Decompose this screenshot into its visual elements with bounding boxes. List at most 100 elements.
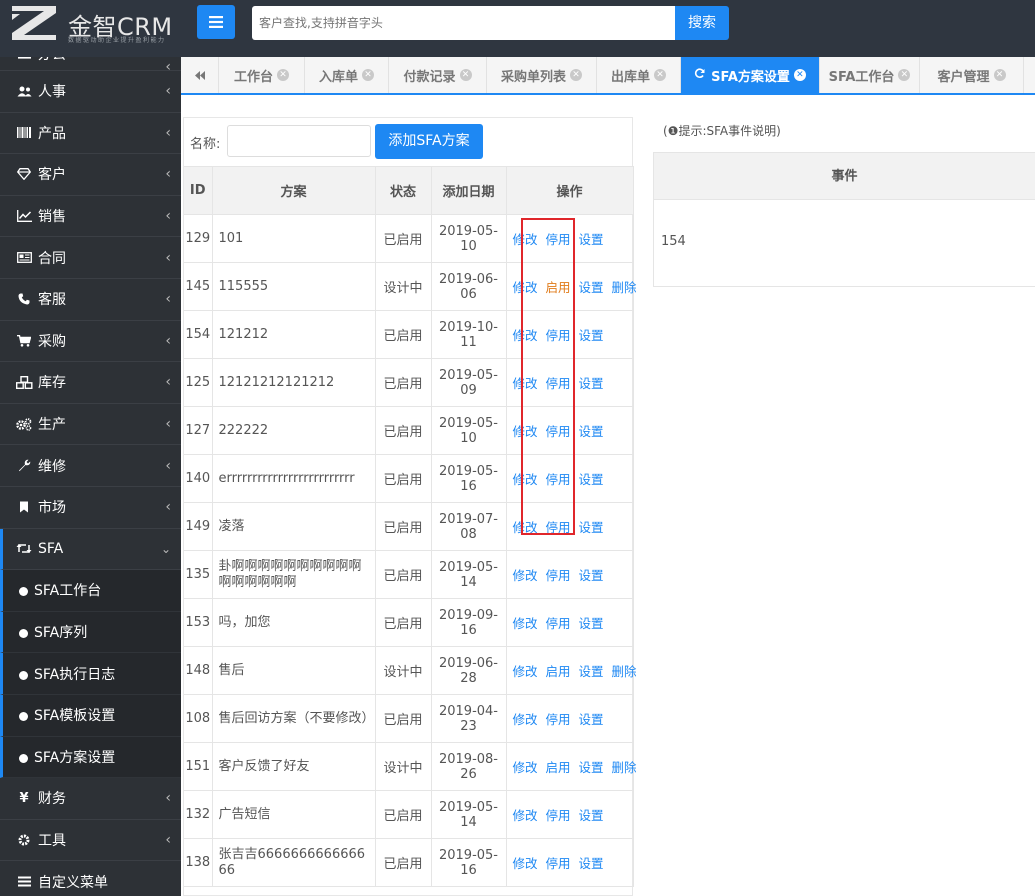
stop-link[interactable]: 停用 — [546, 568, 571, 583]
edit-link[interactable]: 修改 — [513, 568, 538, 583]
refresh-icon[interactable] — [694, 68, 705, 82]
col-header-date[interactable]: 添加日期 — [431, 166, 507, 215]
stop-link[interactable]: 停用 — [546, 712, 571, 727]
edit-link[interactable]: 修改 — [513, 472, 538, 487]
settings-link[interactable]: 设置 — [579, 472, 604, 487]
edit-link[interactable]: 修改 — [513, 712, 538, 727]
tab-stock-out[interactable]: 出库单 ✕ — [597, 57, 681, 93]
sidebar-subitem-sfa-template[interactable]: SFA模板设置 — [0, 694, 181, 737]
sidebar-item-market[interactable]: 市场 ‹ — [0, 487, 181, 529]
edit-link[interactable]: 修改 — [513, 856, 538, 871]
sidebar-item-service[interactable]: 客服 ‹ — [0, 279, 181, 321]
col-header-status[interactable]: 状态 — [375, 166, 432, 215]
stop-link[interactable]: 停用 — [546, 808, 571, 823]
edit-link[interactable]: 修改 — [513, 664, 538, 679]
edit-link[interactable]: 修改 — [513, 280, 538, 295]
stop-link[interactable]: 停用 — [546, 232, 571, 247]
sidebar-item-office[interactable]: 办公 ‹ — [0, 57, 181, 71]
customer-search-input[interactable] — [252, 6, 676, 40]
sidebar-item-production[interactable]: 生产 ‹ — [0, 404, 181, 446]
settings-link[interactable]: 设置 — [579, 568, 604, 583]
sidebar-item-hr[interactable]: 人事 ‹ — [0, 71, 181, 113]
settings-link[interactable]: 设置 — [579, 376, 604, 391]
stop-link[interactable]: 停用 — [546, 376, 571, 391]
add-sfa-plan-button[interactable]: 添加SFA方案 — [375, 124, 483, 159]
sidebar-subitem-sfa-plan[interactable]: SFA方案设置 — [0, 736, 181, 779]
chevron-left-icon: ‹ — [165, 831, 171, 848]
stop-link[interactable]: 停用 — [546, 424, 571, 439]
stop-link[interactable]: 停用 — [546, 472, 571, 487]
settings-link[interactable]: 设置 — [579, 424, 604, 439]
stop-link[interactable]: 停用 — [546, 616, 571, 631]
settings-link[interactable]: 设置 — [579, 520, 604, 535]
col-header-id[interactable]: ID — [184, 166, 213, 215]
close-icon[interactable]: ✕ — [277, 69, 289, 81]
tab-scroll-left-button[interactable] — [181, 57, 219, 93]
start-link[interactable]: 启用 — [546, 664, 571, 679]
edit-link[interactable]: 修改 — [513, 760, 538, 775]
sfa-event-hint[interactable]: (❶提示:SFA事件说明) — [663, 122, 781, 139]
close-icon[interactable]: ✕ — [654, 69, 666, 81]
settings-link[interactable]: 设置 — [579, 856, 604, 871]
close-icon[interactable]: ✕ — [898, 69, 911, 81]
tab-payment-records[interactable]: 付款记录 ✕ — [389, 57, 487, 93]
stop-link[interactable]: 停用 — [546, 328, 571, 343]
sidebar-item-custom-menu[interactable]: 自定义菜单 — [0, 861, 181, 896]
delete-link[interactable]: 删除 — [612, 664, 637, 679]
settings-link[interactable]: 设置 — [579, 664, 604, 679]
sidebar-item-customer[interactable]: 客户 ‹ — [0, 154, 181, 196]
stop-link[interactable]: 停用 — [546, 520, 571, 535]
sidebar-item-purchase[interactable]: 采购 ‹ — [0, 321, 181, 363]
edit-link[interactable]: 修改 — [513, 808, 538, 823]
logo[interactable]: 金智CRM 数据驱动助企业提升盈利能力 — [10, 4, 185, 44]
tab-sfa-workbench[interactable]: SFA工作台 ✕ — [820, 57, 920, 93]
sidebar-item-product[interactable]: 产品 ‹ — [0, 113, 181, 155]
settings-link[interactable]: 设置 — [579, 712, 604, 727]
sidebar-item-contract[interactable]: 合同 ‹ — [0, 237, 181, 279]
edit-link[interactable]: 修改 — [513, 520, 538, 535]
sidebar-item-sfa[interactable]: SFA ⌄ — [0, 528, 181, 571]
tab-sfa-plan-settings[interactable]: SFA方案设置 ✕ — [681, 57, 820, 93]
col-header-name[interactable]: 方案 — [212, 166, 376, 215]
sidebar-subitem-sfa-log[interactable]: SFA执行日志 — [0, 653, 181, 695]
stop-link[interactable]: 停用 — [546, 856, 571, 871]
cell-id: 125 — [184, 358, 213, 407]
close-icon[interactable]: ✕ — [362, 69, 374, 81]
settings-link[interactable]: 设置 — [579, 760, 604, 775]
chevron-down-icon: ⌄ — [160, 541, 171, 556]
sidebar-item-tools[interactable]: 工具 ‹ — [0, 820, 181, 862]
close-icon[interactable]: ✕ — [793, 69, 806, 81]
sidebar-item-repair[interactable]: 维修 ‹ — [0, 445, 181, 487]
tab-purchase-list[interactable]: 采购单列表 ✕ — [487, 57, 597, 93]
list-icon — [14, 876, 34, 887]
name-filter-input[interactable] — [227, 125, 371, 157]
tab-stock-in[interactable]: 入库单 ✕ — [305, 57, 389, 93]
settings-link[interactable]: 设置 — [579, 616, 604, 631]
sidebar-item-finance[interactable]: ¥ 财务 ‹ — [0, 778, 181, 820]
edit-link[interactable]: 修改 — [513, 616, 538, 631]
sidebar-item-inventory[interactable]: 库存 ‹ — [0, 362, 181, 404]
cell-status: 设计中 — [375, 262, 432, 311]
start-link[interactable]: 启用 — [546, 280, 571, 295]
settings-link[interactable]: 设置 — [579, 808, 604, 823]
edit-link[interactable]: 修改 — [513, 232, 538, 247]
delete-link[interactable]: 删除 — [612, 280, 637, 295]
delete-link[interactable]: 删除 — [612, 760, 637, 775]
settings-link[interactable]: 设置 — [579, 328, 604, 343]
sidebar-subitem-sfa-workbench[interactable]: SFA工作台 — [0, 570, 181, 612]
sidebar-item-sales[interactable]: 销售 ‹ — [0, 196, 181, 238]
start-link[interactable]: 启用 — [546, 760, 571, 775]
tab-customer-management[interactable]: 客户管理 ✕ — [920, 57, 1024, 93]
edit-link[interactable]: 修改 — [513, 328, 538, 343]
sidebar-subitem-sfa-sequence[interactable]: SFA序列 — [0, 611, 181, 654]
close-icon[interactable]: ✕ — [993, 69, 1006, 81]
close-icon[interactable]: ✕ — [459, 69, 472, 81]
edit-link[interactable]: 修改 — [513, 376, 538, 391]
edit-link[interactable]: 修改 — [513, 424, 538, 439]
search-button[interactable]: 搜索 — [675, 6, 729, 40]
tab-workbench[interactable]: 工作台 ✕ — [219, 57, 305, 93]
settings-link[interactable]: 设置 — [579, 232, 604, 247]
close-icon[interactable]: ✕ — [570, 69, 582, 81]
settings-link[interactable]: 设置 — [579, 280, 604, 295]
menu-toggle-button[interactable] — [197, 5, 235, 39]
